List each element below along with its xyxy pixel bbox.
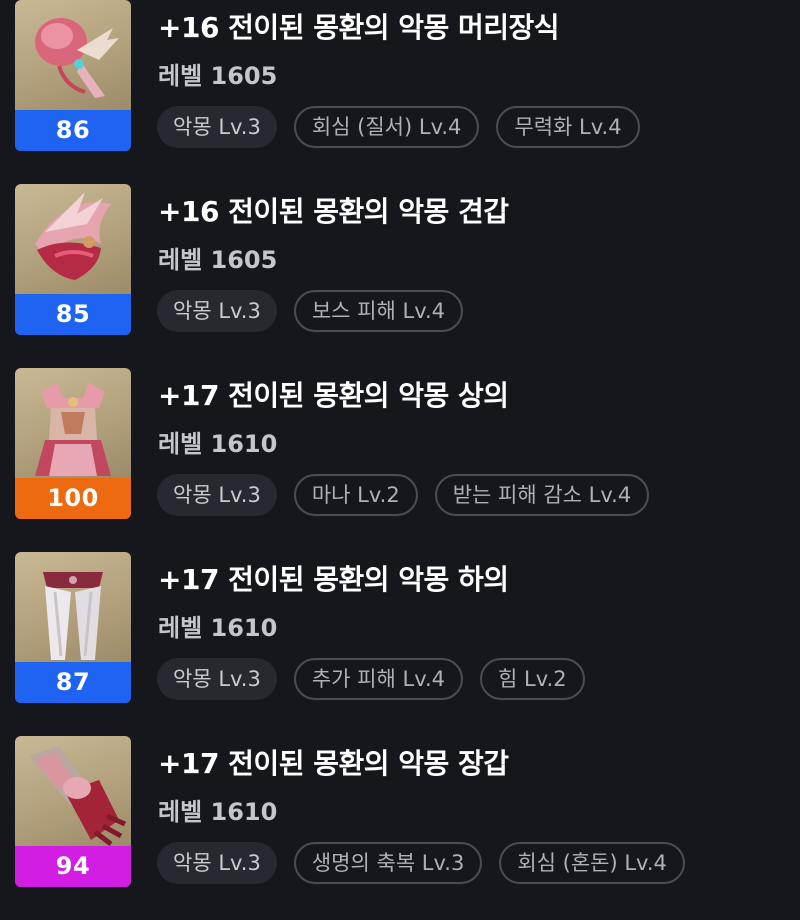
engraving-tag: 보스 피해 Lv.4: [293, 290, 464, 332]
item-thumbnail[interactable]: 100: [15, 368, 131, 519]
engraving-tag: 회심 (혼돈) Lv.4: [499, 842, 685, 884]
quality-badge: 86: [15, 110, 131, 151]
engraving-tag: 무력화 Lv.4: [496, 106, 640, 148]
item-name: +16 전이된 몽환의 악몽 머리장식: [158, 11, 560, 44]
item-name: +17 전이된 몽환의 악몽 장갑: [158, 747, 509, 780]
engraving-tag: 추가 피해 Lv.4: [293, 658, 464, 700]
engraving-tag: 악몽 Lv.3: [157, 474, 277, 516]
red-gauntlet-icon: [29, 746, 127, 846]
engraving-tag: 힘 Lv.2: [480, 658, 585, 700]
item-level: 레벨 1610: [158, 614, 278, 642]
engraving-tag: 받는 피해 감소 Lv.4: [434, 474, 650, 516]
engraving-tag: 악몽 Lv.3: [157, 842, 277, 884]
equipment-item-pants[interactable]: 87 +17 전이된 몽환의 악몽 하의 레벨 1610 악몽 Lv.3 추가 …: [0, 552, 800, 736]
item-level: 레벨 1605: [158, 62, 278, 90]
quality-badge: 94: [15, 846, 131, 887]
item-name: +17 전이된 몽환의 악몽 상의: [158, 379, 509, 412]
equipment-item-chest[interactable]: 100 +17 전이된 몽환의 악몽 상의 레벨 1610 악몽 Lv.3 마나…: [0, 368, 800, 552]
engraving-tags: 악몽 Lv.3 회심 (질서) Lv.4 무력화 Lv.4: [157, 106, 640, 148]
engraving-tag: 마나 Lv.2: [293, 474, 418, 516]
item-name: +16 전이된 몽환의 악몽 견갑: [158, 195, 509, 228]
item-name: +17 전이된 몽환의 악몽 하의: [158, 563, 509, 596]
equipment-item-head[interactable]: 86 +16 전이된 몽환의 악몽 머리장식 레벨 1605 악몽 Lv.3 회…: [0, 0, 800, 184]
engraving-tag: 생명의 축복 Lv.3: [293, 842, 483, 884]
engraving-tags: 악몽 Lv.3 보스 피해 Lv.4: [157, 290, 464, 332]
quality-badge: 100: [15, 478, 131, 519]
white-leggings-icon: [43, 572, 103, 660]
item-thumbnail[interactable]: 94: [15, 736, 131, 887]
item-level: 레벨 1610: [158, 798, 278, 826]
engraving-tags: 악몽 Lv.3 마나 Lv.2 받는 피해 감소 Lv.4: [157, 474, 650, 516]
engraving-tags: 악몽 Lv.3 추가 피해 Lv.4 힘 Lv.2: [157, 658, 585, 700]
pink-headpiece-icon: [35, 18, 119, 98]
equipment-item-shoulder[interactable]: 85 +16 전이된 몽환의 악몽 견갑 레벨 1605 악몽 Lv.3 보스 …: [0, 184, 800, 368]
item-level: 레벨 1610: [158, 430, 278, 458]
quality-badge: 87: [15, 662, 131, 703]
engraving-tag: 회심 (질서) Lv.4: [293, 106, 480, 148]
item-thumbnail[interactable]: 87: [15, 552, 131, 703]
equipment-item-gloves[interactable]: 94 +17 전이된 몽환의 악몽 장갑 레벨 1610 악몽 Lv.3 생명의…: [0, 736, 800, 920]
engraving-tag: 악몽 Lv.3: [157, 106, 277, 148]
engraving-tags: 악몽 Lv.3 생명의 축복 Lv.3 회심 (혼돈) Lv.4: [157, 842, 685, 884]
item-level: 레벨 1605: [158, 246, 278, 274]
quality-badge: 85: [15, 294, 131, 335]
item-thumbnail[interactable]: 85: [15, 184, 131, 335]
engraving-tag: 악몽 Lv.3: [157, 658, 277, 700]
engraving-tag: 악몽 Lv.3: [157, 290, 277, 332]
pink-chest-armor-icon: [35, 382, 111, 476]
item-thumbnail[interactable]: 86: [15, 0, 131, 151]
pink-shoulder-armor-icon: [35, 192, 111, 280]
